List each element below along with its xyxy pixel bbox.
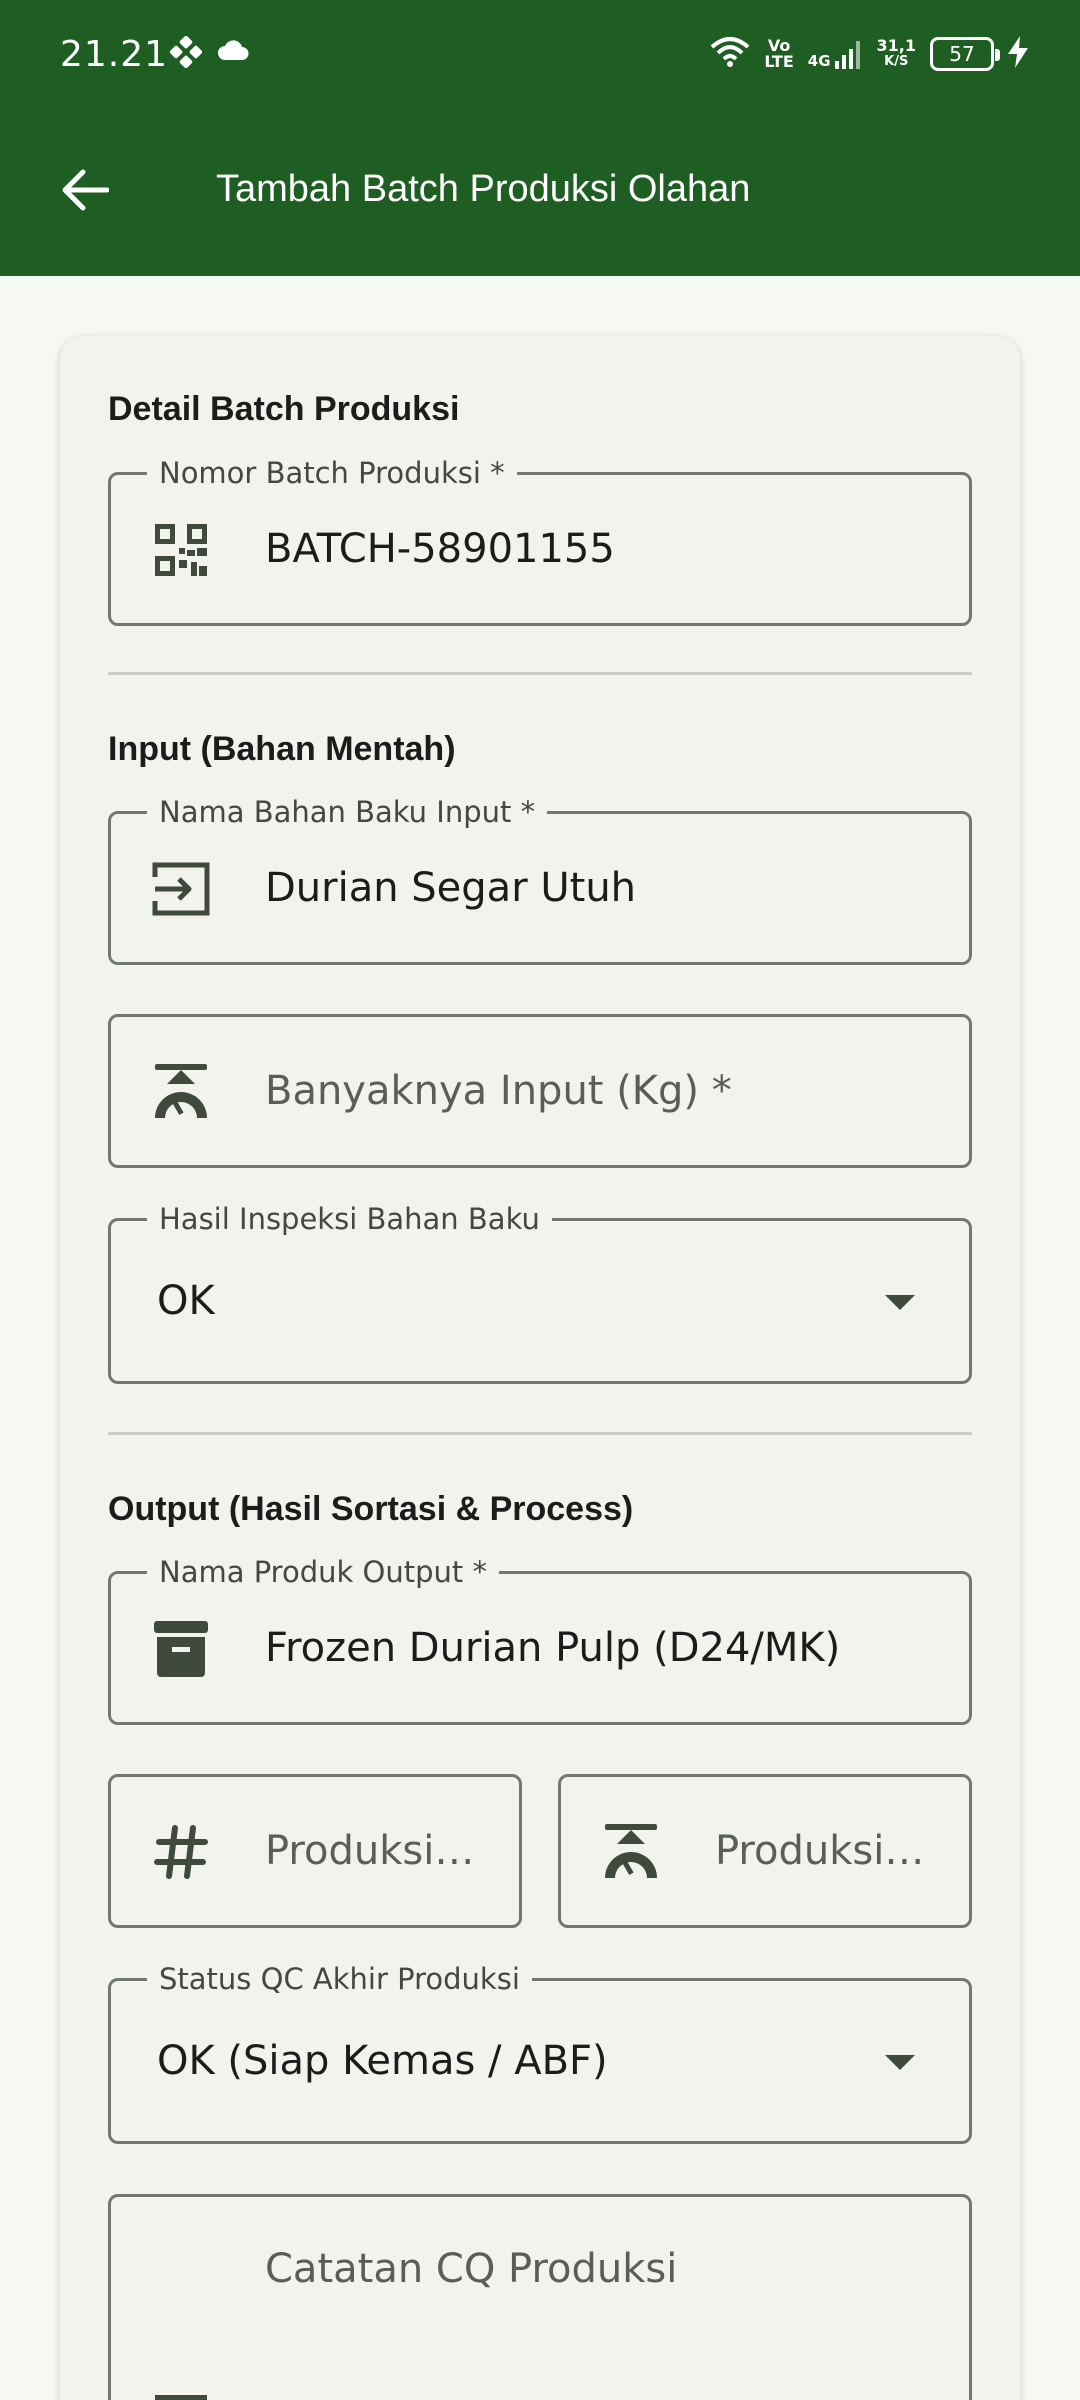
hash-icon — [151, 1822, 211, 1882]
archive-box-icon — [151, 1619, 211, 1679]
scale-icon — [151, 1062, 211, 1122]
form-card: Detail Batch Produksi Nomor Batch Produk… — [60, 336, 1020, 2400]
scale-icon — [601, 1822, 661, 1882]
login-icon — [151, 859, 211, 919]
inspection-result-dropdown[interactable]: Hasil Inspeksi Bahan Baku OK — [108, 1202, 972, 1384]
notes-icon — [151, 2381, 211, 2400]
status-bar: 21.21 Vo LTE 4G 31,1 K/S 57 — [0, 0, 1080, 110]
chevron-down-icon — [885, 1295, 915, 1310]
section-title-batch: Detail Batch Produksi — [108, 390, 460, 428]
input-quantity-field[interactable]: Banyaknya Input (Kg) * — [108, 1014, 972, 1168]
charging-icon — [1008, 35, 1028, 73]
input-material-name-input[interactable]: Durian Segar Utuh — [265, 814, 636, 962]
divider — [108, 672, 972, 675]
battery-indicator: 57 — [930, 37, 1000, 71]
cloud-icon — [216, 38, 250, 67]
page-title: Tambah Batch Produksi Olahan — [216, 168, 751, 210]
app-bar: 21.21 Vo LTE 4G 31,1 K/S 57 Tambah Batch… — [0, 0, 1080, 276]
chevron-down-icon — [885, 2055, 915, 2070]
app-notification-icon — [169, 35, 203, 73]
signal-icon: 4G — [808, 39, 863, 69]
batch-number-field[interactable]: Nomor Batch Produksi * BATCH-58901155 — [108, 456, 972, 626]
output-product-name-input[interactable]: Frozen Durian Pulp (D24/MK) — [265, 1574, 840, 1722]
section-title-output: Output (Hasil Sortasi & Process) — [108, 1490, 634, 1528]
section-title-input: Input (Bahan Mentah) — [108, 730, 456, 768]
qc-status-dropdown[interactable]: Status QC Akhir Produksi OK (Siap Kemas … — [108, 1962, 972, 2144]
back-button[interactable] — [52, 160, 116, 224]
output-weight-field[interactable]: Produksi… — [558, 1774, 972, 1928]
volte-indicator: Vo LTE — [764, 36, 794, 71]
wifi-icon — [710, 35, 750, 74]
arrow-back-icon — [59, 168, 110, 217]
output-count-input[interactable]: Produksi… — [265, 1777, 495, 1925]
output-weight-input[interactable]: Produksi… — [715, 1777, 945, 1925]
qc-notes-field[interactable]: Catatan CQ Produksi — [108, 2194, 972, 2400]
qc-notes-input[interactable]: Catatan CQ Produksi — [265, 2219, 677, 2319]
network-speed: 31,1 K/S — [876, 36, 916, 70]
divider — [108, 1432, 972, 1435]
qc-status-value: OK (Siap Kemas / ABF) — [157, 2038, 608, 2084]
input-quantity-input[interactable]: Banyaknya Input (Kg) * — [265, 1017, 732, 1165]
output-count-field[interactable]: Produksi… — [108, 1774, 522, 1928]
status-time: 21.21 — [60, 34, 169, 75]
output-product-name-field[interactable]: Nama Produk Output * Frozen Durian Pulp … — [108, 1555, 972, 1725]
inspection-result-value: OK — [157, 1278, 215, 1324]
batch-number-input[interactable]: BATCH-58901155 — [265, 475, 615, 623]
qr-code-icon — [151, 520, 211, 580]
input-material-name-field[interactable]: Nama Bahan Baku Input * Durian Segar Utu… — [108, 795, 972, 965]
